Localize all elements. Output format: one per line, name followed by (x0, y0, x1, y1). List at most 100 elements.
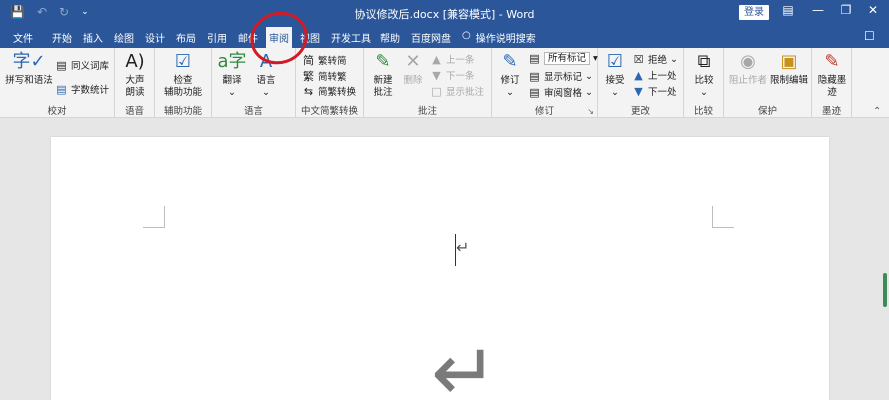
group-language: a字 翻译 ⌄ A 语言 ⌄ 语言 (212, 48, 296, 118)
reviewing-pane-button[interactable]: ▤ 审阅窗格 ⌄ (528, 85, 593, 100)
save-icon[interactable]: 💾 (10, 4, 25, 20)
chevron-down-icon: ⌄ (506, 87, 514, 98)
group-tracking: ✎ 修订 ⌄ ▤ 所有标记 ▾ ▤ 显示标记 ⌄ ▤ 审阅窗格 ⌄ 修订 ↘ (492, 48, 598, 118)
redo-icon[interactable]: ↻ (59, 4, 69, 20)
reject-label: 拒绝 (648, 55, 668, 66)
block-authors-button[interactable]: ◉ 阻止作者 (726, 51, 770, 87)
thesaurus-button[interactable]: ▤ 同义词库 (55, 58, 109, 73)
minimize-icon[interactable]: — (808, 3, 828, 17)
convert-button[interactable]: ⇆ 简繁转换 (302, 84, 356, 99)
delete-comment-icon: ✕ (405, 51, 421, 72)
show-markup-button[interactable]: ▤ 显示标记 ⌄ (528, 69, 593, 84)
traditional-icon: 繁 (303, 70, 314, 83)
reject-icon: ☒ (633, 52, 644, 66)
previous-comment-button[interactable]: ▲ 上一条 (430, 52, 475, 67)
tab-layout[interactable]: 布局 (176, 30, 196, 45)
show-comments-button[interactable]: □ 显示批注 (430, 84, 484, 99)
group-chinese-conversion-label: 中文简繁转换 (300, 106, 358, 117)
group-proofing: 字✓ 拼写和语法 ▤ 同义词库 ▤ 字数统计 校对 (0, 48, 115, 118)
tab-mailings[interactable]: 邮件 (238, 30, 258, 45)
ribbon-display-options-icon[interactable]: ▤ (778, 3, 798, 17)
undo-icon[interactable]: ↶ (37, 4, 47, 20)
track-changes-label: 修订 (500, 75, 520, 86)
to-simplified-label: 繁转简 (318, 56, 347, 67)
chevron-down-icon: ⌄ (228, 87, 236, 98)
restore-icon[interactable]: ❐ (836, 3, 856, 17)
thesaurus-icon: ▤ (56, 58, 67, 72)
markup-select[interactable]: ▤ 所有标记 ▾ (528, 52, 598, 65)
scrollbar-thumb[interactable] (883, 273, 887, 307)
block-authors-label: 阻止作者 (728, 75, 767, 86)
word-count-button[interactable]: ▤ 字数统计 (55, 82, 109, 97)
group-proofing-label: 校对 (47, 106, 67, 117)
group-ink-label: 墨迹 (821, 106, 841, 117)
accessibility-check-icon: ☑ (174, 51, 192, 72)
read-aloud-button[interactable]: A) 大声 朗读 (119, 51, 151, 99)
reject-button[interactable]: ☒ 拒绝 ⌄ (632, 52, 678, 67)
new-comment-label-2: 批注 (373, 87, 393, 98)
previous-change-label: 上一处 (648, 71, 677, 82)
crop-mark-top-right (712, 206, 734, 228)
restrict-editing-button[interactable]: ▣ 限制编辑 (768, 51, 810, 87)
lightbulb-icon: ○ (462, 30, 471, 41)
tab-help[interactable]: 帮助 (380, 30, 400, 45)
tab-home[interactable]: 开始 (52, 30, 72, 45)
chevron-down-icon: ⌄ (670, 53, 678, 65)
comments-icon[interactable]: ☐ (864, 29, 875, 43)
tab-developer[interactable]: 开发工具 (331, 30, 371, 45)
language-button[interactable]: A 语言 ⌄ (250, 51, 282, 99)
ribbon-review: 字✓ 拼写和语法 ▤ 同义词库 ▤ 字数统计 校对 A) 大声 朗读 语音 ☑ … (0, 48, 889, 118)
track-changes-button[interactable]: ✎ 修订 ⌄ (495, 51, 525, 99)
next-change-button[interactable]: ▼ 下一处 (632, 84, 676, 99)
group-comments: ✎ 新建 批注 ✕ 删除 ▲ 上一条 ▼ 下一条 □ 显示批注 批注 (364, 48, 492, 118)
next-comment-button[interactable]: ▼ 下一条 (430, 68, 475, 83)
previous-change-button[interactable]: ▲ 上一处 (632, 68, 677, 83)
group-language-label: 语言 (243, 106, 263, 117)
compare-button[interactable]: ⧉ 比较 ⌄ (688, 51, 720, 99)
tab-baidu-netdisk[interactable]: 百度网盘 (411, 30, 451, 45)
login-button[interactable]: 登录 (739, 5, 769, 20)
crop-mark-top-left (143, 206, 165, 228)
hide-ink-button[interactable]: ✎ 隐藏墨 迹 (814, 51, 850, 99)
read-aloud-label-2: 朗读 (125, 87, 145, 98)
compare-icon: ⧉ (697, 51, 711, 72)
tab-references[interactable]: 引用 (207, 30, 227, 45)
markup-select-value: 所有标记 (544, 52, 591, 65)
word-count-icon: ▤ (56, 82, 67, 96)
collapse-ribbon-icon[interactable]: ⌃ (873, 106, 881, 117)
hide-ink-label-1: 隐藏墨 (817, 75, 847, 86)
accept-icon: ☑ (606, 51, 624, 72)
group-accessibility: ☑ 检查 辅助功能 辅助功能 (155, 48, 212, 118)
check-accessibility-button[interactable]: ☑ 检查 辅助功能 (157, 51, 209, 99)
group-speech-label: 语音 (124, 106, 144, 117)
tell-me-search[interactable]: ○ 操作说明搜索 (462, 30, 536, 45)
group-comments-label: 批注 (417, 106, 437, 117)
chevron-down-icon: ⌄ (262, 87, 270, 98)
group-ink: ✎ 隐藏墨 迹 墨迹 (812, 48, 852, 118)
new-comment-icon: ✎ (375, 51, 391, 72)
translate-button[interactable]: a字 翻译 ⌄ (216, 51, 248, 99)
delete-comment-button[interactable]: ✕ 删除 (400, 51, 426, 87)
tab-design[interactable]: 设计 (145, 30, 165, 45)
close-icon[interactable]: ✕ (863, 3, 883, 17)
group-changes: ☑ 接受 ⌄ ☒ 拒绝 ⌄ ▲ 上一处 ▼ 下一处 更改 (598, 48, 684, 118)
to-traditional-button[interactable]: 繁 简转繁 (302, 68, 347, 84)
to-simplified-button[interactable]: 简 繁转简 (302, 52, 347, 68)
tab-insert[interactable]: 插入 (83, 30, 103, 45)
reviewing-pane-label: 审阅窗格 (544, 88, 583, 99)
convert-icon: ⇆ (303, 84, 314, 98)
accept-button[interactable]: ☑ 接受 ⌄ (600, 51, 630, 99)
next-comment-label: 下一条 (446, 71, 475, 82)
previous-comment-label: 上一条 (446, 55, 475, 66)
tab-draw[interactable]: 绘图 (114, 30, 134, 45)
tab-review[interactable]: 审阅 (266, 27, 292, 48)
new-comment-button[interactable]: ✎ 新建 批注 (368, 51, 398, 99)
document-page[interactable]: ↵ ↵ (51, 137, 829, 400)
tab-file[interactable]: 文件 (13, 30, 33, 45)
tab-view[interactable]: 视图 (300, 30, 320, 45)
customize-qat-icon[interactable]: ⌄ (81, 4, 89, 20)
next-change-icon: ▼ (634, 84, 643, 98)
delete-comment-label: 删除 (403, 75, 423, 86)
dialog-launcher-icon[interactable]: ↘ (587, 107, 594, 116)
spelling-grammar-button[interactable]: 字✓ 拼写和语法 (4, 51, 54, 87)
